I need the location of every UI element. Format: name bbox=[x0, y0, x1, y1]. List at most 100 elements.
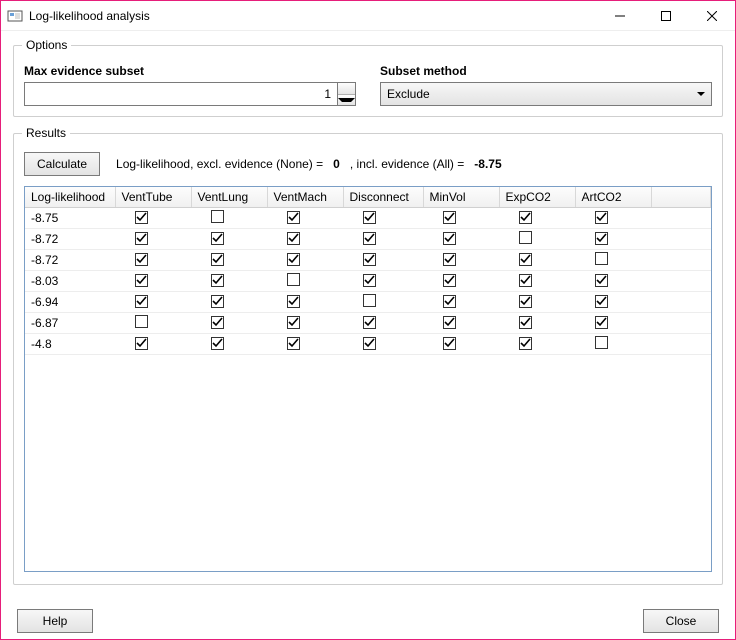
checkbox[interactable] bbox=[135, 253, 148, 266]
checkbox[interactable] bbox=[211, 253, 224, 266]
checkbox[interactable] bbox=[287, 337, 300, 350]
cell-checkbox bbox=[499, 208, 575, 229]
checkbox[interactable] bbox=[211, 232, 224, 245]
checkbox[interactable] bbox=[363, 316, 376, 329]
checkbox[interactable] bbox=[443, 253, 456, 266]
checkbox[interactable] bbox=[363, 274, 376, 287]
checkbox[interactable] bbox=[287, 232, 300, 245]
titlebar: Log-likelihood analysis bbox=[1, 1, 735, 31]
cell-spacer bbox=[651, 208, 711, 229]
checkbox[interactable] bbox=[363, 211, 376, 224]
col-venttube[interactable]: VentTube bbox=[115, 187, 191, 208]
subset-method-dropdown[interactable]: Exclude bbox=[380, 82, 712, 106]
checkbox[interactable] bbox=[519, 231, 532, 244]
calculate-button[interactable]: Calculate bbox=[24, 152, 100, 176]
col-expco2[interactable]: ExpCO2 bbox=[499, 187, 575, 208]
checkbox[interactable] bbox=[595, 316, 608, 329]
cell-checkbox bbox=[115, 271, 191, 292]
cell-checkbox bbox=[575, 271, 651, 292]
checkbox[interactable] bbox=[211, 337, 224, 350]
col-artco2[interactable]: ArtCO2 bbox=[575, 187, 651, 208]
checkbox[interactable] bbox=[135, 337, 148, 350]
col-ventmach[interactable]: VentMach bbox=[267, 187, 343, 208]
checkbox[interactable] bbox=[135, 315, 148, 328]
checkbox[interactable] bbox=[519, 295, 532, 308]
spinner-up[interactable] bbox=[338, 83, 355, 95]
checkbox[interactable] bbox=[519, 253, 532, 266]
checkbox[interactable] bbox=[287, 295, 300, 308]
table-row[interactable]: -8.03 bbox=[25, 271, 711, 292]
checkbox[interactable] bbox=[443, 337, 456, 350]
max-evidence-input[interactable] bbox=[25, 83, 337, 105]
cell-loglikelihood: -8.72 bbox=[25, 229, 115, 250]
max-evidence-spinner[interactable] bbox=[24, 82, 356, 106]
checkbox[interactable] bbox=[363, 253, 376, 266]
minimize-button[interactable] bbox=[597, 1, 643, 31]
table-row[interactable]: -6.94 bbox=[25, 292, 711, 313]
col-ventlung[interactable]: VentLung bbox=[191, 187, 267, 208]
spinner-down[interactable] bbox=[338, 95, 355, 106]
chevron-down-icon bbox=[338, 98, 355, 102]
checkbox[interactable] bbox=[443, 295, 456, 308]
spinner-buttons[interactable] bbox=[337, 83, 355, 105]
table-row[interactable]: -8.72 bbox=[25, 229, 711, 250]
checkbox[interactable] bbox=[211, 210, 224, 223]
checkbox[interactable] bbox=[135, 232, 148, 245]
checkbox[interactable] bbox=[519, 274, 532, 287]
cell-spacer bbox=[651, 250, 711, 271]
checkbox[interactable] bbox=[287, 253, 300, 266]
cell-loglikelihood: -6.94 bbox=[25, 292, 115, 313]
checkbox[interactable] bbox=[363, 294, 376, 307]
checkbox[interactable] bbox=[135, 295, 148, 308]
checkbox[interactable] bbox=[519, 337, 532, 350]
close-button[interactable]: Close bbox=[643, 609, 719, 633]
app-icon bbox=[7, 8, 23, 24]
checkbox[interactable] bbox=[443, 211, 456, 224]
cell-checkbox bbox=[343, 250, 423, 271]
cell-checkbox bbox=[191, 271, 267, 292]
summary-prefix: Log-likelihood, excl. evidence (None) = bbox=[116, 157, 323, 171]
summary-val1: 0 bbox=[333, 157, 340, 171]
table-row[interactable]: -8.72 bbox=[25, 250, 711, 271]
chevron-down-icon bbox=[697, 92, 705, 96]
cell-loglikelihood: -8.72 bbox=[25, 250, 115, 271]
table-row[interactable]: -6.87 bbox=[25, 313, 711, 334]
checkbox[interactable] bbox=[287, 211, 300, 224]
checkbox[interactable] bbox=[211, 295, 224, 308]
checkbox[interactable] bbox=[595, 232, 608, 245]
summary-mid: , incl. evidence (All) = bbox=[350, 157, 464, 171]
table-row[interactable]: -8.75 bbox=[25, 208, 711, 229]
cell-checkbox bbox=[423, 313, 499, 334]
checkbox[interactable] bbox=[595, 274, 608, 287]
checkbox[interactable] bbox=[595, 336, 608, 349]
checkbox[interactable] bbox=[287, 316, 300, 329]
options-group: Options Max evidence subset Subset metho… bbox=[13, 45, 723, 117]
checkbox[interactable] bbox=[595, 252, 608, 265]
close-window-button[interactable] bbox=[689, 1, 735, 31]
table-row[interactable]: -4.8 bbox=[25, 334, 711, 355]
checkbox[interactable] bbox=[519, 316, 532, 329]
cell-checkbox bbox=[267, 334, 343, 355]
checkbox[interactable] bbox=[363, 232, 376, 245]
checkbox[interactable] bbox=[363, 337, 376, 350]
checkbox[interactable] bbox=[443, 232, 456, 245]
cell-checkbox bbox=[115, 334, 191, 355]
help-button[interactable]: Help bbox=[17, 609, 93, 633]
checkbox[interactable] bbox=[287, 273, 300, 286]
results-group-label: Results bbox=[22, 126, 70, 140]
checkbox[interactable] bbox=[519, 211, 532, 224]
col-disconnect[interactable]: Disconnect bbox=[343, 187, 423, 208]
cell-checkbox bbox=[267, 250, 343, 271]
checkbox[interactable] bbox=[595, 295, 608, 308]
checkbox[interactable] bbox=[595, 211, 608, 224]
checkbox[interactable] bbox=[443, 316, 456, 329]
checkbox[interactable] bbox=[443, 274, 456, 287]
grid-header-row: Log-likelihood VentTube VentLung VentMac… bbox=[25, 187, 711, 208]
checkbox[interactable] bbox=[135, 211, 148, 224]
checkbox[interactable] bbox=[211, 274, 224, 287]
checkbox[interactable] bbox=[135, 274, 148, 287]
checkbox[interactable] bbox=[211, 316, 224, 329]
maximize-button[interactable] bbox=[643, 1, 689, 31]
col-minvol[interactable]: MinVol bbox=[423, 187, 499, 208]
col-loglikelihood[interactable]: Log-likelihood bbox=[25, 187, 115, 208]
